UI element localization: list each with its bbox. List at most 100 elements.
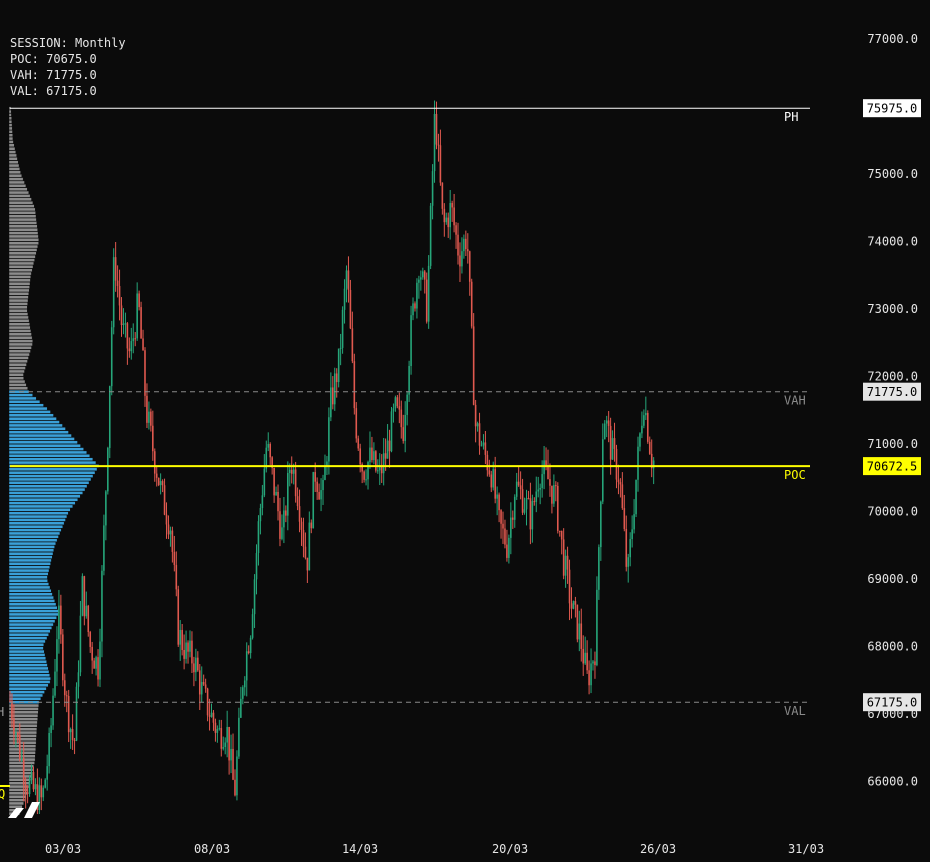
candle-body [132,338,135,342]
candle-body [568,569,571,604]
candle-body [353,361,356,409]
candle-body [619,482,622,485]
candle-body [283,510,285,528]
candle-body [161,481,164,486]
candle-body [601,439,604,502]
candle-body [594,661,596,666]
volume-profile-bar [8,241,39,245]
candle-body [189,640,191,652]
candle-body [527,498,530,500]
volume-profile-bar [8,636,48,640]
candle-body [126,323,129,349]
volume-profile-bar [8,403,44,407]
volume-profile-bar [8,312,29,316]
volume-profile-bar [8,457,94,461]
candle-body [363,471,365,480]
candle-body [613,438,616,449]
volume-profile-bar [8,200,34,205]
candle-body [330,387,332,418]
volume-profile-bar [8,332,32,337]
candle-body [18,734,21,759]
volume-profile-bar [8,234,39,239]
price-tick-label: 72000.0 [867,370,918,384]
volume-profile-bar [8,281,31,286]
left-edge-label: H [0,705,4,719]
volume-profile-bar [8,511,69,515]
volume-profile-bar [8,430,69,434]
volume-profile-bar [8,734,37,738]
candle-body [198,670,201,695]
volume-profile-bar [8,629,51,634]
candle-body [234,779,236,796]
volume-profile-bar [8,214,37,218]
candle-body [142,338,144,351]
candle-body [105,491,107,526]
candle-body [466,249,469,252]
chart-area[interactable]: 66000.0 67000.0 68000.0 69000.0 70000.0 71000… [0,0,930,858]
time-tick-label: 20/03 [492,842,528,856]
candle-body [146,395,148,423]
volume-profile-bar [8,673,50,677]
candle-body [167,524,170,535]
candle-body [50,725,52,734]
candle-body [163,485,166,515]
candle-body [609,425,612,460]
candle-body [558,530,561,532]
volume-profile-bar [8,589,52,593]
candle-body [124,323,127,325]
candle-body [249,637,252,654]
candle-body [136,293,138,339]
candle-body [245,651,248,681]
candle-body [553,485,555,504]
candle-body [24,784,27,793]
volume-profile-bar [8,416,57,421]
candle-body [195,657,197,673]
candle-body [631,529,633,540]
candle-body [328,417,330,462]
candle-body [257,521,260,554]
volume-profile-bar [8,231,39,235]
candle-body [193,663,195,673]
chart-svg[interactable]: 66000.067000.068000.069000.070000.071000… [0,0,930,858]
candle-body [588,670,590,686]
volume-profile-bar [8,440,78,445]
volume-profile-bar [8,275,31,279]
candle-body [175,564,178,590]
volume-profile-bar [8,325,31,330]
candle-body [15,733,17,735]
candle-body [337,348,340,383]
candle-body [578,623,581,640]
session-label: SESSION: Monthly [10,36,126,50]
candle-body [445,217,448,223]
candle-body [93,660,95,669]
volume-profile-bar [8,329,32,333]
volume-profile-bar [8,764,34,769]
candle-body [555,485,557,487]
candle-body [420,277,422,280]
candle-body [470,281,473,327]
candle-body [58,605,60,640]
candle-body [183,650,185,659]
volume-profile-bar [8,322,30,326]
candle-body [355,408,358,439]
candle-body [566,555,569,570]
candle-body [343,288,346,310]
candle-body [216,729,219,733]
volume-profile-bar [8,514,68,519]
volume-profile-bar [8,197,32,202]
volume-profile-bar [8,420,60,424]
candle-body [418,279,420,283]
candle-body [474,404,477,427]
candle-body [607,420,610,426]
volume-profile-bar [8,143,15,148]
volume-profile-bar [8,308,28,313]
volume-profile-bar [8,619,56,623]
volume-profile-bar [8,497,78,502]
candle-body [572,601,575,609]
volume-profile-bar [8,244,38,249]
candle-body [71,729,74,741]
candle-body [333,373,336,405]
candle-body [502,523,504,529]
candle-body [623,508,626,529]
candle-body [402,427,405,441]
